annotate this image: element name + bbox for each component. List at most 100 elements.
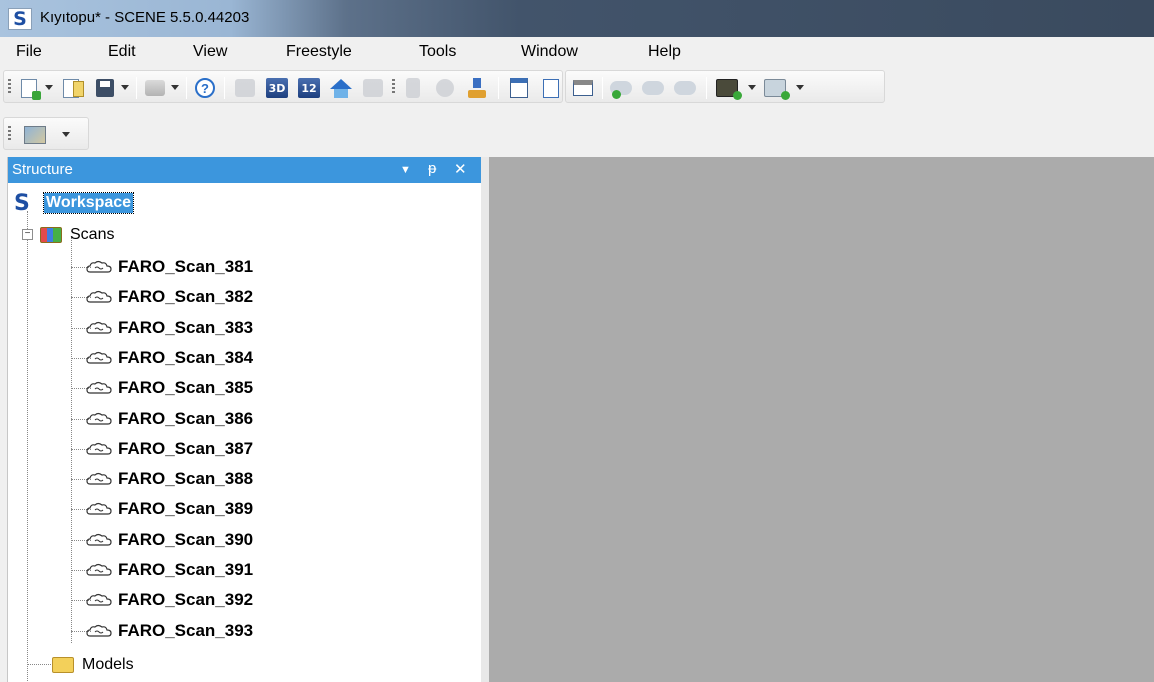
cloud-remove-button[interactable] — [674, 77, 696, 99]
gray-tool-button[interactable] — [234, 77, 256, 99]
toolbar-row-2 — [0, 114, 1154, 154]
tree-node-scan[interactable]: FARO_Scan_386 — [84, 407, 253, 431]
list-button[interactable] — [572, 77, 594, 99]
tree-node-scan[interactable]: FARO_Scan_387 — [84, 437, 253, 461]
toolstrip-grip[interactable] — [8, 126, 11, 142]
tree-connector — [27, 664, 51, 665]
tree-connector — [27, 211, 28, 682]
panel-dropdown-icon[interactable]: ▼ — [400, 164, 411, 176]
scan-cloud-icon — [84, 290, 112, 304]
disabled-tool-button[interactable] — [362, 77, 384, 99]
import-icon — [468, 78, 486, 98]
print-dropdown-icon[interactable] — [171, 85, 179, 90]
tree-node-scan[interactable]: FARO_Scan_385 — [84, 376, 253, 400]
toolstrip-grip[interactable] — [392, 79, 395, 95]
camera-add-light-button[interactable] — [764, 77, 790, 100]
cloud-icon — [642, 81, 664, 95]
menu-window[interactable]: Window — [521, 43, 578, 61]
tree-node-scan[interactable]: FARO_Scan_393 — [84, 619, 253, 643]
tree-node-scan[interactable]: FARO_Scan_381 — [84, 255, 253, 279]
scan-label: FARO_Scan_391 — [118, 560, 254, 579]
camera-add-dropdown-icon[interactable] — [748, 85, 756, 90]
home-icon — [330, 79, 352, 98]
save-button[interactable] — [94, 77, 116, 99]
scans-expander[interactable]: − — [22, 229, 33, 240]
camera-add-icon — [716, 79, 742, 100]
3d-view-button[interactable]: 3D — [266, 77, 288, 99]
quick-view-button[interactable]: 12 — [298, 77, 320, 99]
toolbar-separator — [602, 77, 603, 99]
structure-tree: S Workspace − Scans FARO_Scan_381 FARO_Sc… — [8, 183, 482, 682]
tree-node-models[interactable]: Models — [52, 653, 134, 677]
workspace-label[interactable]: Workspace — [42, 192, 135, 214]
panel-pin-icon[interactable]: ᵽ — [428, 160, 436, 177]
image-button[interactable] — [24, 124, 46, 146]
menu-file[interactable]: File — [16, 43, 42, 61]
tree-node-scan[interactable]: FARO_Scan_382 — [84, 285, 253, 309]
scans-label: Scans — [70, 226, 115, 243]
cloud-add-icon — [610, 81, 632, 99]
tree-node-scan[interactable]: FARO_Scan_388 — [84, 467, 253, 491]
camera-add-button[interactable] — [716, 77, 742, 100]
open-button[interactable] — [60, 77, 84, 99]
3d-view-area[interactable] — [489, 157, 1154, 682]
menu-view[interactable]: View — [193, 43, 227, 61]
3d-view-icon: 3D — [266, 78, 288, 98]
scan-label: FARO_Scan_382 — [118, 287, 254, 307]
disabled-page-icon — [406, 78, 420, 98]
camera-add-light-dropdown-icon[interactable] — [796, 85, 804, 90]
calendar-button[interactable] — [508, 77, 530, 99]
panel-splitter[interactable] — [481, 157, 489, 682]
help-button[interactable]: ? — [194, 77, 216, 99]
scan-label: FARO_Scan_392 — [118, 590, 254, 610]
scans-folder-icon — [40, 227, 62, 243]
import-button[interactable] — [466, 77, 488, 99]
workspace-icon: S — [14, 190, 30, 216]
structure-panel-header: Structure ▼ ᵽ ✕ — [8, 157, 482, 183]
scan-cloud-icon — [84, 563, 112, 577]
save-dropdown-icon[interactable] — [121, 85, 129, 90]
disabled-search-button[interactable] — [434, 77, 456, 99]
models-label: Models — [82, 656, 134, 673]
scan-cloud-icon — [84, 351, 112, 365]
tree-node-scans[interactable]: Scans — [40, 223, 114, 247]
tree-node-scan[interactable]: FARO_Scan_390 — [84, 528, 253, 552]
scan-label: FARO_Scan_387 — [118, 438, 254, 458]
new-project-button[interactable] — [18, 77, 41, 100]
print-button[interactable] — [144, 77, 166, 99]
scan-label: FARO_Scan_389 — [118, 499, 254, 519]
tree-node-scan[interactable]: FARO_Scan_391 — [84, 558, 253, 582]
new-project-dropdown-icon[interactable] — [45, 85, 53, 90]
tree-node-scan[interactable]: FARO_Scan_389 — [84, 497, 253, 521]
toolstrip-grip[interactable] — [8, 79, 11, 95]
scan-label: FARO_Scan_381 — [118, 257, 254, 276]
menu-freestyle[interactable]: Freestyle — [286, 43, 352, 61]
scan-cloud-icon — [84, 472, 112, 486]
structure-panel: Structure ▼ ᵽ ✕ S Workspace − Scans FARO… — [7, 157, 482, 682]
window-title: Kıyıtopu* - SCENE 5.5.0.44203 — [40, 9, 250, 26]
home-button[interactable] — [330, 77, 352, 99]
cloud-add-button[interactable] — [610, 77, 632, 99]
scan-cloud-icon — [84, 442, 112, 456]
print-icon — [145, 80, 165, 96]
panel-close-icon[interactable]: ✕ — [454, 160, 467, 178]
menu-tools[interactable]: Tools — [419, 43, 456, 61]
image-dropdown-icon[interactable] — [62, 132, 70, 137]
image-toolstrip — [3, 117, 89, 150]
camera-add-light-icon — [764, 79, 790, 100]
scan-label: FARO_Scan_393 — [118, 620, 254, 640]
menu-help[interactable]: Help — [648, 43, 681, 61]
toolbar-separator — [498, 77, 499, 99]
tree-node-workspace[interactable]: S Workspace — [14, 190, 135, 216]
open-icon — [63, 78, 84, 98]
menu-edit[interactable]: Edit — [108, 43, 136, 61]
disabled-page-button[interactable] — [402, 77, 424, 99]
tree-node-scan[interactable]: FARO_Scan_392 — [84, 588, 253, 612]
cloud-button[interactable] — [642, 77, 664, 99]
report-icon — [543, 78, 559, 98]
scene-app-icon: S — [8, 8, 32, 30]
tree-node-scan[interactable]: FARO_Scan_383 — [84, 316, 253, 340]
scan-cloud-icon — [84, 533, 112, 547]
report-button[interactable] — [540, 77, 562, 99]
tree-node-scan[interactable]: FARO_Scan_384 — [84, 346, 253, 370]
